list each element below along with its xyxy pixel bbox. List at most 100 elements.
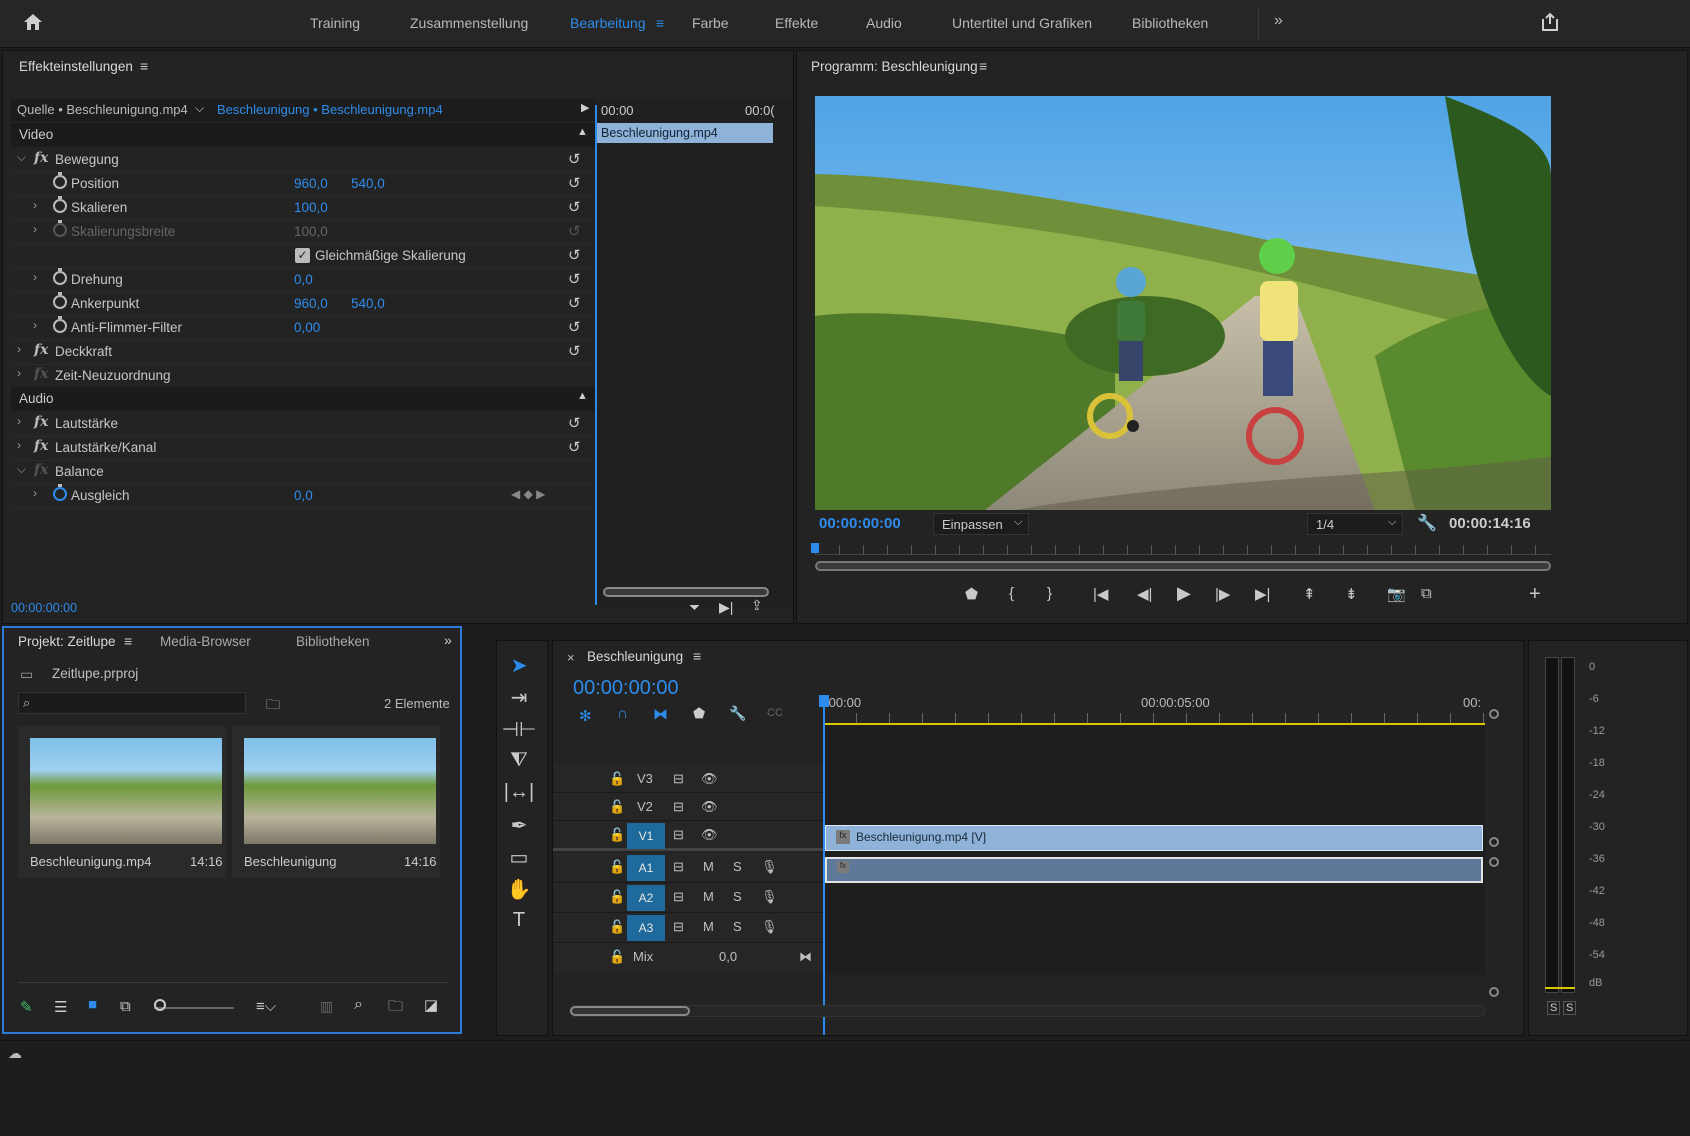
program-zoom-scrollbar[interactable] [815, 561, 1551, 571]
chevron-right-icon[interactable]: › [33, 270, 37, 284]
selection-tool-icon[interactable]: ➤ [499, 653, 539, 683]
workspace-tab-captions[interactable]: Untertitel und Grafiken [952, 15, 1092, 31]
vertical-scroll-handle[interactable] [1489, 709, 1499, 719]
new-item-icon[interactable]: ◪ [424, 996, 438, 1014]
sequence-clip-label[interactable]: Beschleunigung • Beschleunigung.mp4 [217, 102, 443, 117]
microphone-icon[interactable]: 🎙 [761, 889, 778, 905]
reset-icon[interactable]: ↺ [568, 438, 581, 456]
marker-icon[interactable]: ⬟ [965, 585, 978, 603]
icon-view-icon[interactable]: ■ [88, 996, 97, 1013]
clip-v1[interactable]: fx Beschleunigung.mp4 [V] [825, 825, 1483, 851]
chevron-down-icon[interactable]: ⌵ [195, 101, 204, 116]
eye-icon[interactable]: 👁 [701, 827, 718, 843]
effect-row-motion[interactable]: ⌵ fx Bewegung ↺ [11, 147, 595, 173]
vertical-scroll-handle[interactable] [1489, 857, 1499, 867]
lift-icon[interactable]: ⇞ [1303, 585, 1316, 603]
go-to-out-icon[interactable]: ▶| [1255, 585, 1270, 603]
solo-button[interactable]: S [733, 859, 742, 874]
fx-icon[interactable]: fx [34, 150, 48, 166]
reset-icon[interactable]: ↺ [568, 342, 581, 360]
fx-icon[interactable]: fx [34, 438, 48, 454]
track-label[interactable]: V2 [637, 799, 653, 814]
mute-button[interactable]: M [703, 889, 714, 904]
workspace-tab-libraries[interactable]: Bibliotheken [1132, 15, 1208, 31]
microphone-icon[interactable]: 🎙 [761, 859, 778, 875]
automate-icon[interactable]: ▥ [320, 998, 333, 1015]
panel-menu-icon[interactable]: ≡ [979, 58, 987, 74]
fx-icon[interactable]: fx [34, 414, 48, 430]
stopwatch-icon[interactable] [53, 268, 67, 285]
linked-selection-icon[interactable]: ⧓ [653, 705, 668, 723]
export-icon[interactable]: ⇪ [751, 597, 763, 614]
playhead-handle[interactable] [819, 695, 829, 707]
go-to-in-icon[interactable]: |◀ [1093, 585, 1108, 603]
rectangle-icon[interactable]: ▭ [499, 845, 539, 875]
current-time[interactable]: 00:00:00:00 [11, 601, 77, 615]
tab-media-browser[interactable]: Media-Browser [160, 634, 251, 649]
collapse-icon[interactable]: ▲ [577, 390, 588, 402]
reset-icon[interactable]: ↺ [568, 270, 581, 288]
step-forward-icon[interactable]: |▶ [1215, 585, 1230, 603]
play-icon[interactable]: ▶ [581, 101, 589, 114]
home-icon[interactable] [22, 11, 44, 33]
add-button-icon[interactable]: + [1529, 583, 1541, 606]
new-bin-icon[interactable]: 🗀 [266, 694, 280, 718]
play-only-audio-icon[interactable]: ▶| [719, 599, 733, 616]
lock-icon[interactable]: 🔓 [609, 889, 625, 905]
nest-icon[interactable]: ✻ [579, 707, 592, 725]
timeline-ruler[interactable]: :00:00 00:00:05:00 00: [823, 685, 1485, 725]
clip-a1[interactable]: fx [825, 857, 1483, 883]
wrench-icon[interactable]: 🔧 [1417, 513, 1437, 533]
stopwatch-icon[interactable] [53, 292, 67, 309]
lock-icon[interactable]: 🔓 [609, 799, 625, 815]
filter-icon[interactable]: ⏷ [689, 599, 700, 616]
panel-menu-icon[interactable]: ≡ [693, 648, 701, 664]
workspace-tab-assembly[interactable]: Zusammenstellung [410, 15, 528, 31]
solo-left-button[interactable]: S [1547, 1001, 1561, 1015]
effect-row-balance[interactable]: ⌵ fx Balance [11, 459, 595, 485]
more-tabs-icon[interactable]: » [444, 632, 452, 648]
workspace-tab-color[interactable]: Farbe [692, 15, 729, 31]
solo-button[interactable]: S [733, 919, 742, 934]
workspace-tab-audio[interactable]: Audio [866, 15, 902, 31]
fx-icon[interactable]: fx [34, 342, 48, 358]
sync-lock-icon[interactable]: ⊟ [673, 771, 684, 787]
reset-icon[interactable]: ↺ [568, 198, 581, 216]
extract-icon[interactable]: ⇟ [1345, 585, 1358, 603]
freeform-view-icon[interactable]: ⧉ [120, 998, 131, 1015]
pen-icon[interactable]: ✒ [499, 813, 539, 843]
slip-icon[interactable]: |↔| [499, 781, 539, 811]
sequence-timecode[interactable]: 00:00:00:00 [573, 677, 679, 700]
chevron-right-icon[interactable]: › [33, 486, 37, 500]
reset-icon[interactable]: ↺ [568, 294, 581, 312]
stopwatch-icon[interactable] [53, 172, 67, 189]
chevron-right-icon[interactable]: › [33, 222, 37, 236]
checkbox[interactable]: ✓ [295, 248, 310, 263]
keyframe-nav[interactable]: ◀ ◆ ▶ [511, 487, 545, 501]
param-value[interactable]: 0,0 [294, 272, 313, 287]
wrench-icon[interactable]: 🔧 [729, 705, 746, 722]
param-value[interactable]: 100,0 [294, 200, 328, 215]
snap-icon[interactable]: ∩ [617, 705, 628, 722]
sync-lock-icon[interactable]: ⊟ [673, 919, 684, 935]
track-label[interactable]: A3 [627, 915, 665, 941]
mini-clip[interactable]: Beschleunigung.mp4 [595, 123, 773, 143]
effect-row-channel-volume[interactable]: › fx Lautstärke/Kanal ↺ [11, 435, 595, 461]
list-view-icon[interactable]: ☰ [54, 998, 67, 1016]
track-select-icon[interactable]: ⇥ [499, 685, 539, 715]
chevron-right-icon[interactable]: › [17, 342, 21, 356]
fit-dropdown[interactable]: Einpassen ⌵ [933, 513, 1029, 535]
effect-row-time-remap[interactable]: › fx Zeit-Neuzuordnung [11, 363, 595, 389]
mark-in-icon[interactable]: { [1009, 585, 1014, 602]
eye-icon[interactable]: 👁 [701, 771, 718, 787]
search-input[interactable]: ⌕ [18, 692, 246, 714]
horizontal-scrollbar[interactable] [569, 1005, 1485, 1017]
mix-end-icon[interactable]: ⧓ [799, 949, 812, 965]
play-icon[interactable]: ▶ [1177, 583, 1191, 604]
param-value[interactable]: 540,0 [351, 296, 385, 311]
type-tool-icon[interactable]: T [499, 909, 539, 939]
effect-row-opacity[interactable]: › fx Deckkraft ↺ [11, 339, 595, 365]
sync-lock-icon[interactable]: ⊟ [673, 827, 684, 843]
microphone-icon[interactable]: 🎙 [761, 919, 778, 935]
vertical-scroll-handle[interactable] [1489, 987, 1499, 997]
